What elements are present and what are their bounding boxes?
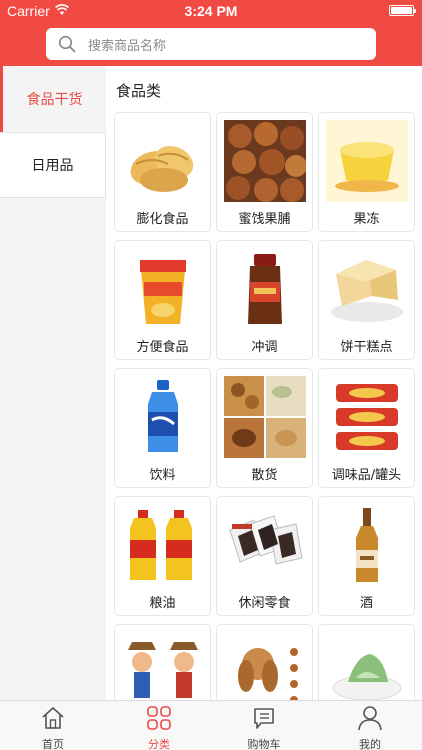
sidebar-item-food[interactable]: 食品干货 [0,66,106,132]
category-tile-dessert[interactable] [318,624,415,700]
cart-icon [254,708,274,729]
jelly-icon [326,120,408,202]
category-tile-pet[interactable] [216,624,313,700]
tab-cart[interactable]: 购物车 [224,701,304,750]
tile-label: 膨化食品 [136,212,189,227]
tab-label: 首页 [42,738,64,750]
tab-profile[interactable]: 我的 [330,701,410,750]
cake-icon [331,260,403,322]
tile-label: 散货 [251,468,278,483]
cartoon-figures-icon [128,642,198,698]
home-icon [42,707,64,729]
category-tile-instant-food[interactable]: 方便食品 [114,240,211,360]
drink-jar-icon [248,254,282,324]
status-time: 3:24 PM [184,3,238,19]
search-icon [58,35,76,53]
category-tile-toys[interactable] [114,624,211,700]
battery-icon [389,5,416,16]
tab-category[interactable]: 分类 [119,701,199,750]
dessert-icon [332,654,402,700]
tile-label: 休闲零食 [238,596,291,611]
tile-label: 果冻 [353,212,380,227]
sidebar-item-label: 日用品 [31,158,74,174]
category-tile-biscuit-cake[interactable]: 饼干糕点 [318,240,415,360]
liquor-bottle-icon [356,508,378,582]
status-bar: Carrier 3:24 PM [0,0,422,22]
sidebar-item-daily[interactable]: 日用品 [0,132,106,198]
category-tile-instant-drink[interactable]: 冲调 [216,240,313,360]
dried-fruit-icon [224,120,306,202]
tab-label: 分类 [148,738,170,750]
category-tile-jelly[interactable]: 果冻 [318,112,415,232]
category-tile-beverage[interactable]: 饮料 [114,368,211,488]
oil-bottle-icon [130,510,192,580]
header-bar: Carrier 3:24 PM 搜索商品名称 [0,0,422,66]
cup-noodle-icon [140,260,186,324]
tile-label: 调味品/罐头 [331,468,402,483]
tile-label: 酒 [359,596,373,611]
tile-label: 冲调 [251,340,278,355]
canned-fish-icon [336,384,398,450]
category-tile-puffed-food[interactable]: 膨化食品 [114,112,211,232]
tile-label: 方便食品 [136,340,189,355]
category-tile-condiment-canned[interactable]: 调味品/罐头 [318,368,415,488]
tab-label: 我的 [359,738,381,750]
tile-label: 饼干糕点 [340,340,393,355]
category-icon [147,706,171,730]
category-sidebar: 食品干货 日用品 [0,66,106,700]
snack-pack-icon [229,515,303,565]
section-title: 食品类 [116,82,162,100]
bottle-icon [148,380,178,452]
tab-home[interactable]: 首页 [13,701,93,750]
category-tile-bulk-goods[interactable]: 散货 [216,368,313,488]
category-tile-grain-oil[interactable]: 粮油 [114,496,211,616]
search-placeholder: 搜索商品名称 [88,39,167,54]
tile-label: 蜜饯果脯 [238,212,291,227]
sidebar-item-label: 食品干货 [26,92,83,108]
category-tile-liquor[interactable]: 酒 [318,496,415,616]
tile-label: 粮油 [149,596,176,611]
product-category-panel: 食品类 膨化食品 蜜饯果脯 果冻 方便食品 冲调 饼干糕点 饮料 散货 调味品/… [106,66,422,700]
tab-label: 购物车 [247,738,281,750]
search-input[interactable]: 搜索商品名称 [46,28,376,60]
profile-icon [358,706,382,731]
dog-icon [238,648,298,700]
tile-label: 饮料 [149,468,176,483]
category-tile-leisure-snacks[interactable]: 休闲零食 [216,496,313,616]
chips-icon [130,145,194,192]
category-tile-dried-fruit[interactable]: 蜜饯果脯 [216,112,313,232]
bottom-tab-bar: 首页 分类 购物车 我的 [0,700,422,750]
nuts-icon [224,376,306,458]
